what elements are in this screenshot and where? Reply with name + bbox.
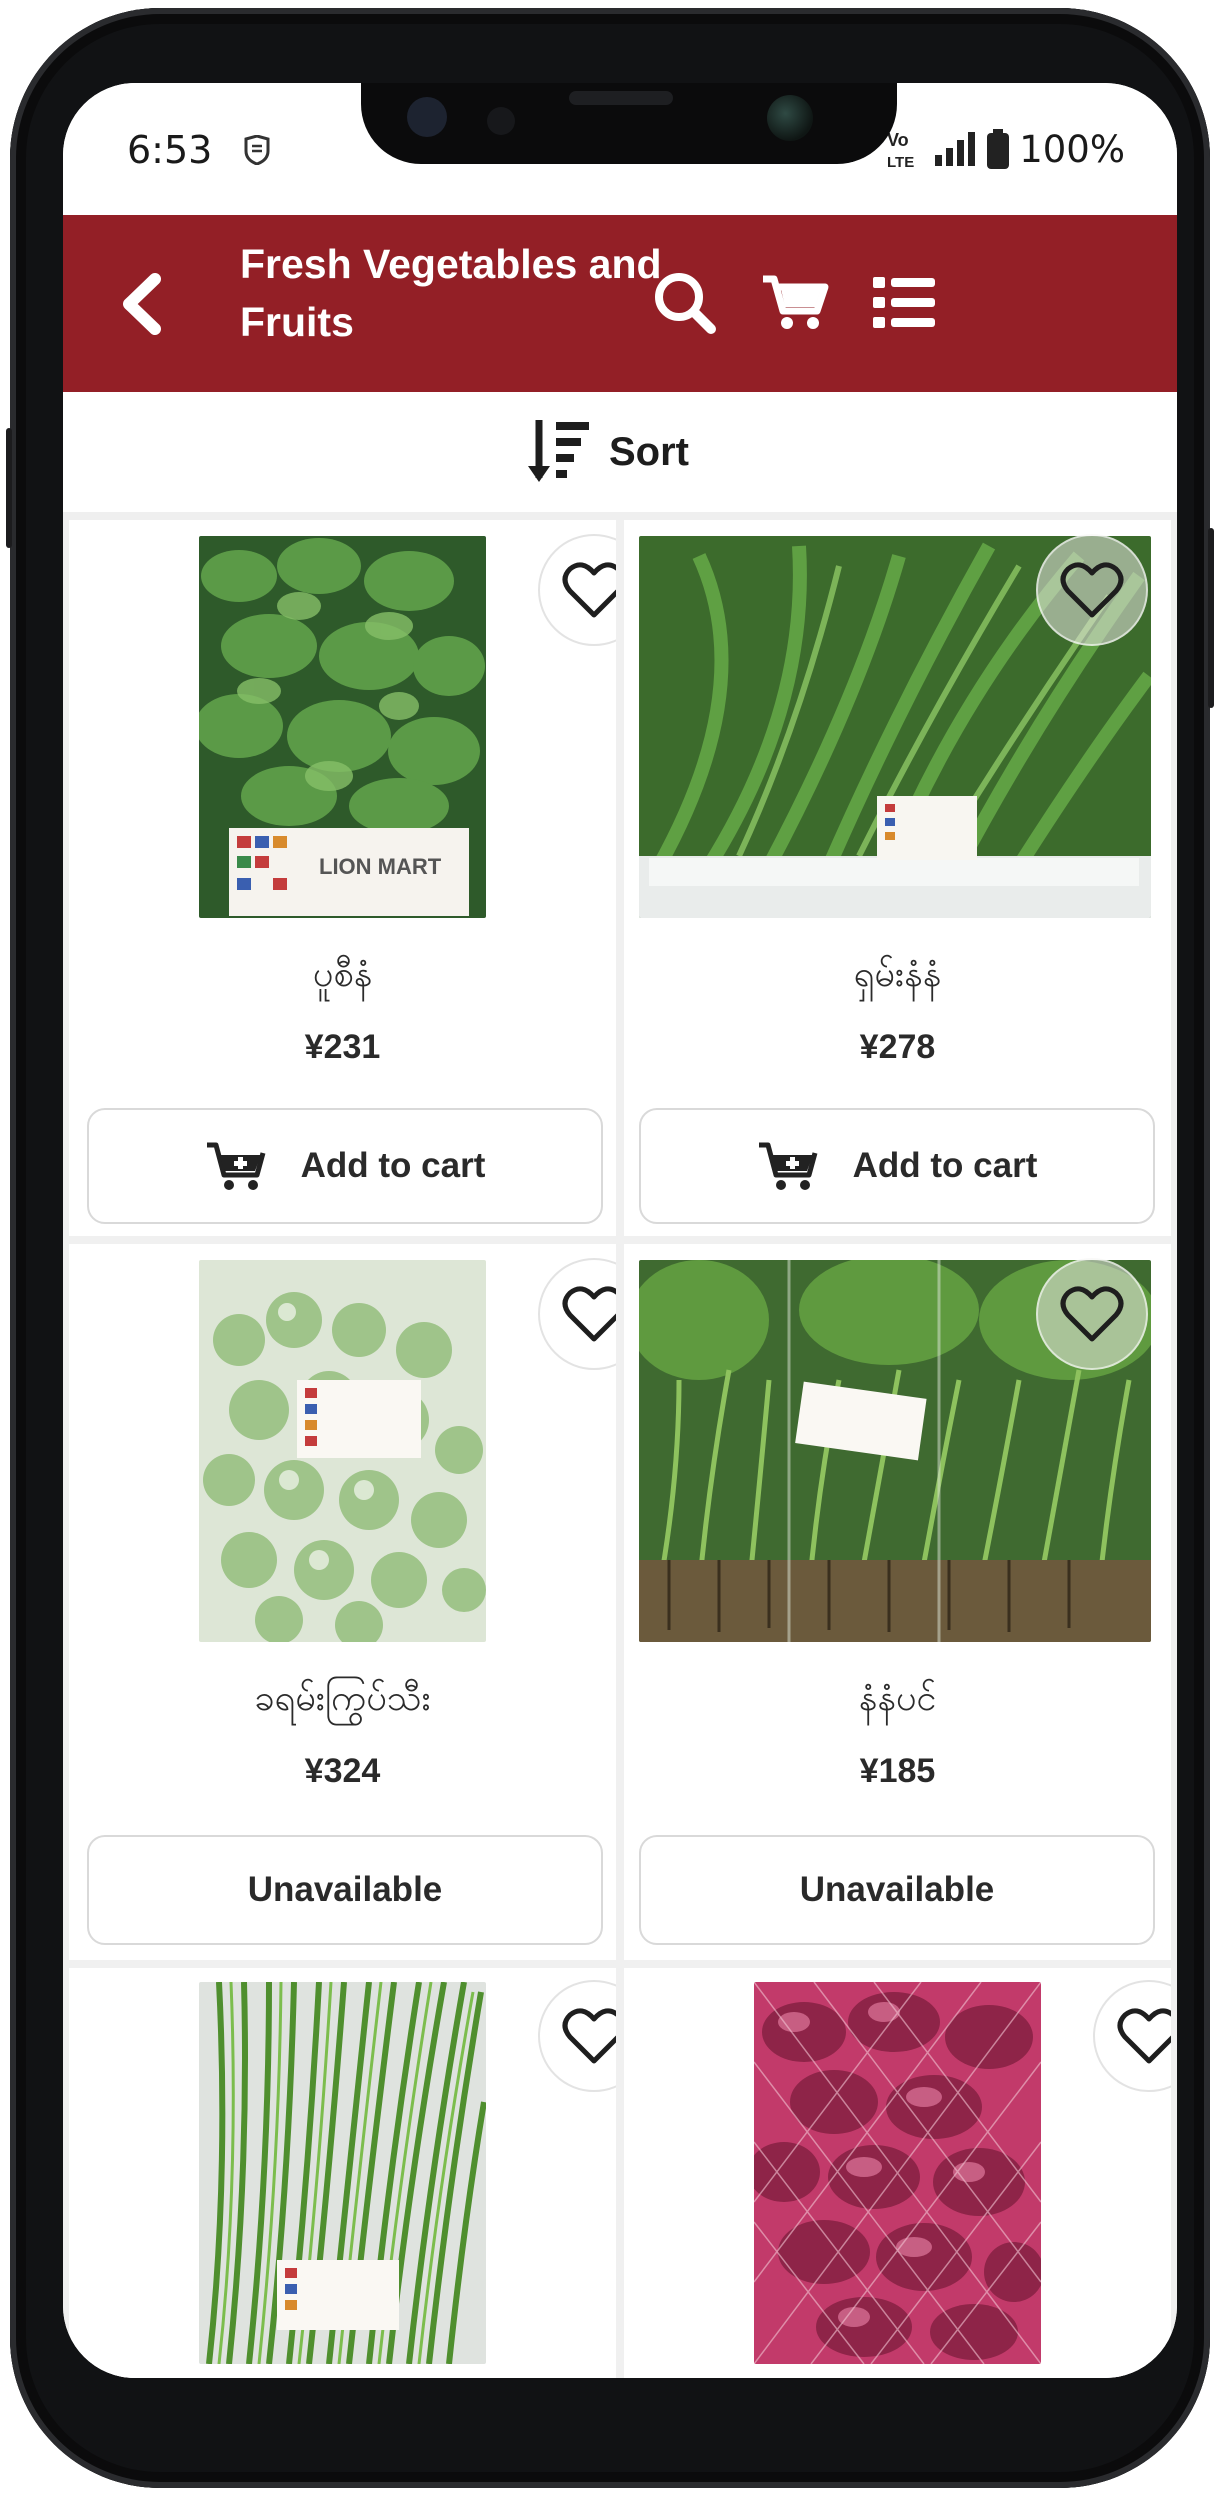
product-price: ¥185 — [859, 1752, 936, 1790]
screen: 6:53 Vo LTE 100% Fresh Vegetables and Fr… — [63, 83, 1177, 2378]
unavailable-button[interactable]: Unavailable — [639, 1835, 1155, 1945]
sort-bar: Sort — [63, 392, 1177, 520]
heart-icon — [562, 562, 616, 618]
product-image[interactable] — [754, 1982, 1041, 2364]
volume-button — [6, 428, 12, 548]
favorite-button[interactable] — [538, 1258, 616, 1370]
shield-notification-icon — [244, 135, 270, 165]
product-card[interactable]: LION MART ပူစီနံ ¥231 Add to cart — [69, 520, 616, 1236]
cta-label: Add to cart — [852, 1146, 1038, 1185]
add-to-cart-button[interactable]: Add to cart — [639, 1108, 1155, 1224]
signal-icon — [935, 132, 976, 166]
product-image[interactable] — [199, 1982, 486, 2364]
sort-button[interactable]: Sort — [525, 416, 689, 488]
favorite-button[interactable] — [538, 1980, 616, 2092]
power-button — [1208, 528, 1214, 708]
battery-icon — [987, 129, 1010, 169]
search-icon[interactable] — [647, 265, 723, 341]
product-card[interactable]: နံနံပင် ¥185 Unavailable — [624, 1244, 1171, 1960]
front-sensor — [407, 97, 447, 137]
add-to-cart-button[interactable]: Add to cart — [87, 1108, 603, 1224]
product-name: ရှမ်းနံနံ — [853, 954, 942, 995]
sort-label: Sort — [609, 429, 689, 474]
volte-text-lte: LTE — [887, 154, 914, 171]
favorite-button[interactable] — [538, 534, 616, 646]
favorite-button[interactable] — [1093, 1980, 1171, 2092]
product-name: ခရမ်းကြွပ်သီး — [254, 1678, 431, 1719]
product-price: ¥231 — [304, 1028, 381, 1066]
product-card[interactable] — [69, 1968, 616, 2378]
heart-icon — [562, 1286, 616, 1342]
product-card[interactable] — [624, 1968, 1171, 2378]
cta-label: Add to cart — [300, 1146, 486, 1185]
favorite-button[interactable] — [1036, 534, 1148, 646]
heart-icon — [1117, 2008, 1171, 2064]
volte-icon: Vo LTE — [887, 130, 914, 171]
product-price: ¥324 — [304, 1752, 381, 1790]
cta-label: Unavailable — [247, 1870, 443, 1909]
back-icon[interactable] — [111, 269, 175, 339]
product-grid: LION MART ပူစီနံ ¥231 Add to cart ရှမ်းန… — [63, 520, 1177, 2378]
product-card[interactable]: ခရမ်းကြွပ်သီး ¥324 Unavailable — [69, 1244, 616, 1960]
notch — [361, 83, 897, 164]
cart-icon[interactable] — [757, 265, 833, 341]
front-camera — [767, 95, 813, 141]
sort-icon — [528, 420, 589, 482]
cta-label: Unavailable — [799, 1870, 995, 1909]
product-price: ¥278 — [859, 1028, 936, 1066]
proximity-sensor — [487, 107, 515, 135]
heart-icon — [1060, 562, 1124, 618]
unavailable-button[interactable]: Unavailable — [87, 1835, 603, 1945]
brand-label: LION MART — [319, 854, 442, 879]
add-to-cart-icon — [758, 1142, 818, 1190]
status-time: 6:53 — [127, 128, 213, 172]
product-card[interactable]: ရှမ်းနံနံ ¥278 Add to cart — [624, 520, 1171, 1236]
favorite-button[interactable] — [1036, 1258, 1148, 1370]
add-to-cart-icon — [206, 1139, 266, 1190]
app-header: Fresh Vegetables and Fruits — [63, 215, 1177, 392]
product-image[interactable]: LION MART — [199, 536, 486, 918]
battery-percent: 100% — [1019, 127, 1125, 171]
heart-icon — [1060, 1286, 1124, 1342]
product-name: နံနံပင် — [858, 1678, 937, 1719]
phone-frame: 6:53 Vo LTE 100% Fresh Vegetables and Fr… — [6, 8, 1214, 2488]
volte-text-vo: Vo — [887, 130, 909, 150]
product-image[interactable] — [199, 1260, 486, 1642]
list-menu-icon[interactable] — [867, 265, 943, 341]
heart-icon — [562, 2008, 616, 2064]
earpiece-speaker — [569, 91, 673, 105]
product-name: ပူစီနံ — [312, 954, 373, 995]
